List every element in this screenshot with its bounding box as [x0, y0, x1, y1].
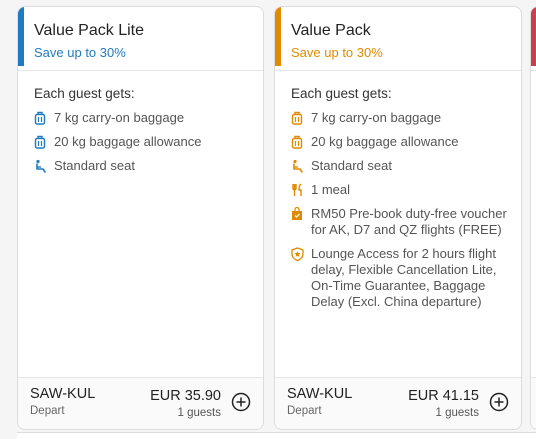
voucher-icon [291, 206, 311, 222]
benefits-list: Each guest gets: 7 kg carry-on baggage 2… [34, 85, 253, 182]
benefit-item: Standard seat [291, 158, 511, 174]
guest-count: 1 guests [435, 407, 479, 419]
benefit-item: 7 kg carry-on baggage [291, 110, 511, 126]
card-footer: SAW-KUL Depart EUR 41.15 1 guests [275, 377, 521, 429]
plan-savings: Save up to 30% [34, 45, 126, 60]
shield-icon [291, 246, 311, 262]
benefit-item: Standard seat [34, 158, 253, 174]
card-header: Value Pack Lite Save up to 30% [34, 21, 253, 61]
baggage-icon [291, 134, 311, 150]
benefit-text: RM50 Pre-book duty-free voucher for AK, … [311, 206, 507, 237]
benefit-item: 7 kg carry-on baggage [34, 110, 253, 126]
flight-route: SAW-KUL [30, 386, 96, 402]
benefit-text: 1 meal [311, 182, 351, 197]
benefit-text: 7 kg carry-on baggage [311, 110, 442, 125]
benefit-item: 1 meal [291, 182, 511, 198]
benefit-item: RM50 Pre-book duty-free voucher for AK, … [291, 206, 511, 238]
pack-price: EUR 35.90 [150, 388, 221, 404]
baggage-icon [34, 134, 54, 150]
divider [18, 70, 263, 71]
value-pack-lite-card[interactable]: Value Pack Lite Save up to 30% Each gues… [17, 6, 264, 430]
flight-route: SAW-KUL [287, 386, 353, 402]
benefit-text: 20 kg baggage allowance [311, 134, 459, 149]
benefit-item: 20 kg baggage allowance [34, 134, 253, 150]
baggage-icon [34, 110, 54, 126]
seat-icon [34, 158, 54, 174]
card-accent-bar [531, 7, 536, 66]
add-pack-button[interactable] [489, 392, 509, 412]
value-pack-card[interactable]: Value Pack Save up to 30% Each guest get… [274, 6, 522, 430]
guest-count: 1 guests [177, 407, 221, 419]
card-header: Value Pack Save up to 30% [291, 21, 511, 61]
plan-title: Value Pack [291, 22, 371, 39]
next-section-edge [17, 432, 536, 439]
card-accent-bar [18, 7, 24, 66]
benefit-text: Lounge Access for 2 hours flight delay, … [311, 246, 497, 309]
add-pack-button[interactable] [231, 392, 251, 412]
next-pack-card[interactable] [530, 6, 536, 430]
benefit-text: Standard seat [311, 158, 392, 173]
benefit-text: 7 kg carry-on baggage [54, 110, 185, 125]
card-footer [531, 377, 536, 429]
divider [531, 70, 536, 71]
flight-direction: Depart [287, 405, 322, 417]
flight-direction: Depart [30, 405, 65, 417]
benefit-item: 20 kg baggage allowance [291, 134, 511, 150]
benefit-text: 20 kg baggage allowance [54, 134, 202, 149]
benefits-list: Each guest gets: 7 kg carry-on baggage 2… [291, 85, 511, 318]
benefits-intro: Each guest gets: [291, 86, 392, 101]
benefit-text: Standard seat [54, 158, 135, 173]
seat-icon [291, 158, 311, 174]
plan-title: Value Pack Lite [34, 22, 144, 39]
card-footer: SAW-KUL Depart EUR 35.90 1 guests [18, 377, 263, 429]
card-accent-bar [275, 7, 281, 66]
value-pack-selector: Value Pack Lite Save up to 30% Each gues… [0, 0, 536, 439]
meal-icon [291, 182, 311, 198]
benefits-intro: Each guest gets: [34, 86, 135, 101]
baggage-icon [291, 110, 311, 126]
divider [275, 70, 521, 71]
pack-price: EUR 41.15 [408, 388, 479, 404]
plus-circle-icon [489, 392, 509, 412]
benefit-item: Lounge Access for 2 hours flight delay, … [291, 246, 511, 310]
plan-savings: Save up to 30% [291, 45, 383, 60]
plus-circle-icon [231, 392, 251, 412]
